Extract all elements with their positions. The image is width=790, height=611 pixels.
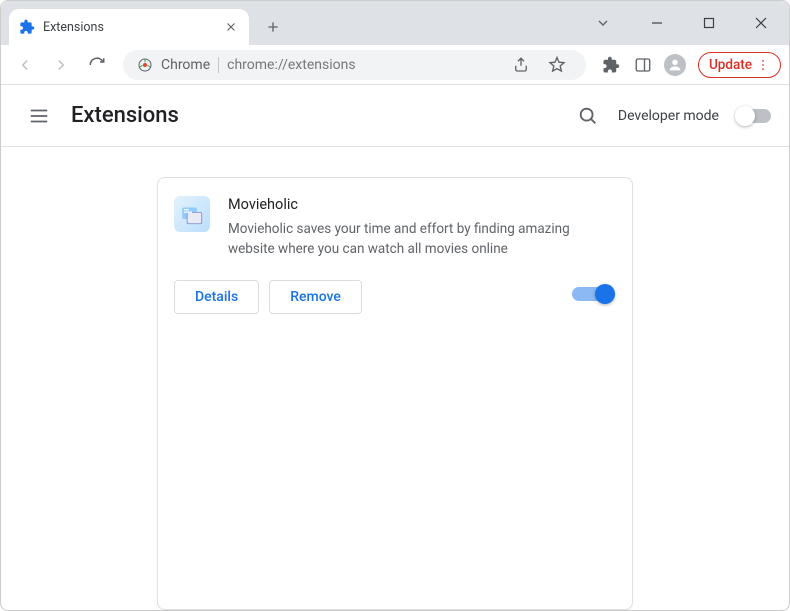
- extension-card: Movieholic Movieholic saves your time an…: [157, 177, 633, 610]
- menu-icon[interactable]: [19, 96, 59, 136]
- browser-window: Extensions Chrome chrome://extensio: [0, 0, 790, 611]
- extension-description: Movieholic saves your time and effort by…: [228, 219, 612, 260]
- update-label: Update: [709, 57, 752, 73]
- toggle-knob: [595, 284, 615, 304]
- developer-mode-toggle[interactable]: [737, 109, 771, 123]
- reload-button[interactable]: [81, 49, 113, 81]
- minimize-button[interactable]: [635, 1, 679, 45]
- bookmark-icon[interactable]: [542, 50, 572, 80]
- close-button[interactable]: [739, 1, 783, 45]
- toolbar-actions: Update: [596, 50, 781, 80]
- new-tab-button[interactable]: [259, 13, 287, 41]
- omnibox-url: chrome://extensions: [227, 57, 498, 73]
- tab-search-icon[interactable]: [595, 15, 611, 35]
- browser-tab[interactable]: Extensions: [9, 9, 249, 45]
- puzzle-icon: [19, 19, 35, 35]
- extension-icon: [174, 196, 210, 232]
- divider: [218, 57, 219, 73]
- site-info-icon[interactable]: [137, 57, 153, 73]
- details-button[interactable]: Details: [174, 280, 259, 314]
- window-controls: [635, 1, 783, 45]
- page-title: Extensions: [71, 103, 576, 128]
- profile-icon[interactable]: [660, 50, 690, 80]
- titlebar: Extensions: [1, 1, 789, 45]
- maximize-button[interactable]: [687, 1, 731, 45]
- developer-mode-label: Developer mode: [618, 108, 719, 124]
- sidepanel-icon[interactable]: [628, 50, 658, 80]
- forward-button[interactable]: [45, 49, 77, 81]
- close-tab-icon[interactable]: [223, 19, 239, 35]
- toggle-knob: [735, 106, 755, 126]
- content-area: Movieholic Movieholic saves your time an…: [1, 147, 789, 610]
- omnibox-chip: Chrome: [161, 57, 210, 73]
- extensions-icon[interactable]: [596, 50, 626, 80]
- browser-toolbar: Chrome chrome://extensions Update: [1, 45, 789, 85]
- remove-button[interactable]: Remove: [269, 280, 362, 314]
- address-bar[interactable]: Chrome chrome://extensions: [123, 50, 586, 80]
- search-icon[interactable]: [576, 104, 600, 128]
- share-icon[interactable]: [506, 50, 536, 80]
- update-button[interactable]: Update: [698, 52, 781, 78]
- extensions-header: Extensions Developer mode: [1, 85, 789, 147]
- extension-toggle[interactable]: [572, 287, 612, 307]
- tab-title: Extensions: [43, 20, 223, 35]
- extension-name: Movieholic: [228, 196, 612, 213]
- back-button[interactable]: [9, 49, 41, 81]
